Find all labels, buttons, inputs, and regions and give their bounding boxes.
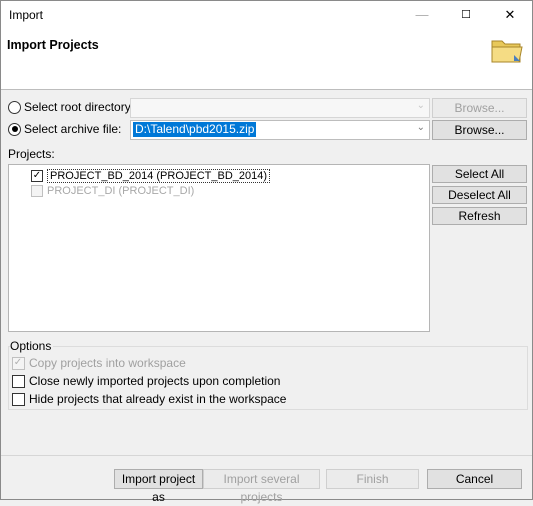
radio-archive-icon[interactable] (8, 122, 21, 136)
options-title: Options (10, 339, 54, 353)
maximize-button[interactable]: ☐ (444, 3, 488, 27)
checkbox-icon (31, 184, 43, 197)
header-separator (1, 89, 532, 90)
chevron-down-icon[interactable]: ⌄ (417, 122, 425, 133)
root-directory-label: Select root directory: (24, 100, 135, 114)
import-dialog: Import — ☐ ✕ Import Projects Select a di… (0, 0, 533, 504)
chevron-down-icon[interactable]: ⌄ (417, 100, 425, 111)
title-bar: Import — ☐ ✕ (1, 1, 532, 29)
checkbox-icon[interactable] (31, 169, 43, 182)
page-title: Import Projects (7, 38, 99, 52)
archive-file-value[interactable]: D:\Talend\pbd2015.zip (133, 122, 257, 137)
folder-icon (491, 40, 523, 63)
browse-archive-button[interactable]: Browse... (432, 120, 527, 140)
hide-existing-option[interactable]: Hide projects that already exist in the … (12, 391, 286, 407)
checkbox-icon[interactable] (12, 392, 25, 406)
hide-existing-label: Hide projects that already exist in the … (29, 392, 287, 406)
copy-projects-option: Copy projects into workspace (12, 355, 186, 371)
deselect-all-button[interactable]: Deselect All (432, 186, 527, 204)
checkbox-icon (12, 356, 25, 370)
window-title: Import (9, 8, 44, 22)
browse-root-button[interactable]: Browse... (432, 98, 527, 118)
archive-file-label: Select archive file: (24, 122, 122, 136)
project-item: PROJECT_DI (PROJECT_DI) (31, 183, 194, 198)
checkbox-icon[interactable] (12, 374, 25, 388)
refresh-button[interactable]: Refresh (432, 207, 527, 225)
cancel-button[interactable]: Cancel (427, 469, 522, 489)
select-all-button[interactable]: Select All (432, 165, 527, 183)
close-imported-option[interactable]: Close newly imported projects upon compl… (12, 373, 280, 389)
finish-button[interactable]: Finish (326, 469, 419, 489)
root-directory-combo[interactable]: ⌄ (130, 98, 430, 118)
page-subtitle: Select a directory to search for existin… (7, 63, 280, 75)
archive-file-radio[interactable]: Select archive file: (8, 120, 121, 138)
project-label: PROJECT_BD_2014 (PROJECT_BD_2014) (47, 168, 271, 183)
project-item[interactable]: PROJECT_BD_2014 (PROJECT_BD_2014) (31, 168, 271, 183)
copy-projects-label: Copy projects into workspace (29, 356, 186, 370)
radio-root-icon[interactable] (8, 100, 21, 114)
minimize-button[interactable]: — (400, 3, 444, 27)
project-label: PROJECT_DI (PROJECT_DI) (47, 184, 195, 197)
root-directory-radio[interactable]: Select root directory: (8, 98, 134, 116)
root-directory-value (133, 100, 137, 115)
wizard-header: Import Projects Select a directory to se… (1, 29, 532, 89)
projects-label: Projects: (8, 147, 55, 161)
import-project-as-button[interactable]: Import project as (114, 469, 203, 504)
close-imported-label: Close newly imported projects upon compl… (29, 374, 281, 388)
close-button[interactable]: ✕ (488, 3, 532, 27)
footer-separator (1, 455, 532, 456)
import-several-projects-button[interactable]: Import several projects (203, 469, 320, 504)
archive-file-combo[interactable]: D:\Talend\pbd2015.zip ⌄ (130, 120, 430, 140)
projects-list[interactable]: PROJECT_BD_2014 (PROJECT_BD_2014) PROJEC… (8, 164, 430, 332)
